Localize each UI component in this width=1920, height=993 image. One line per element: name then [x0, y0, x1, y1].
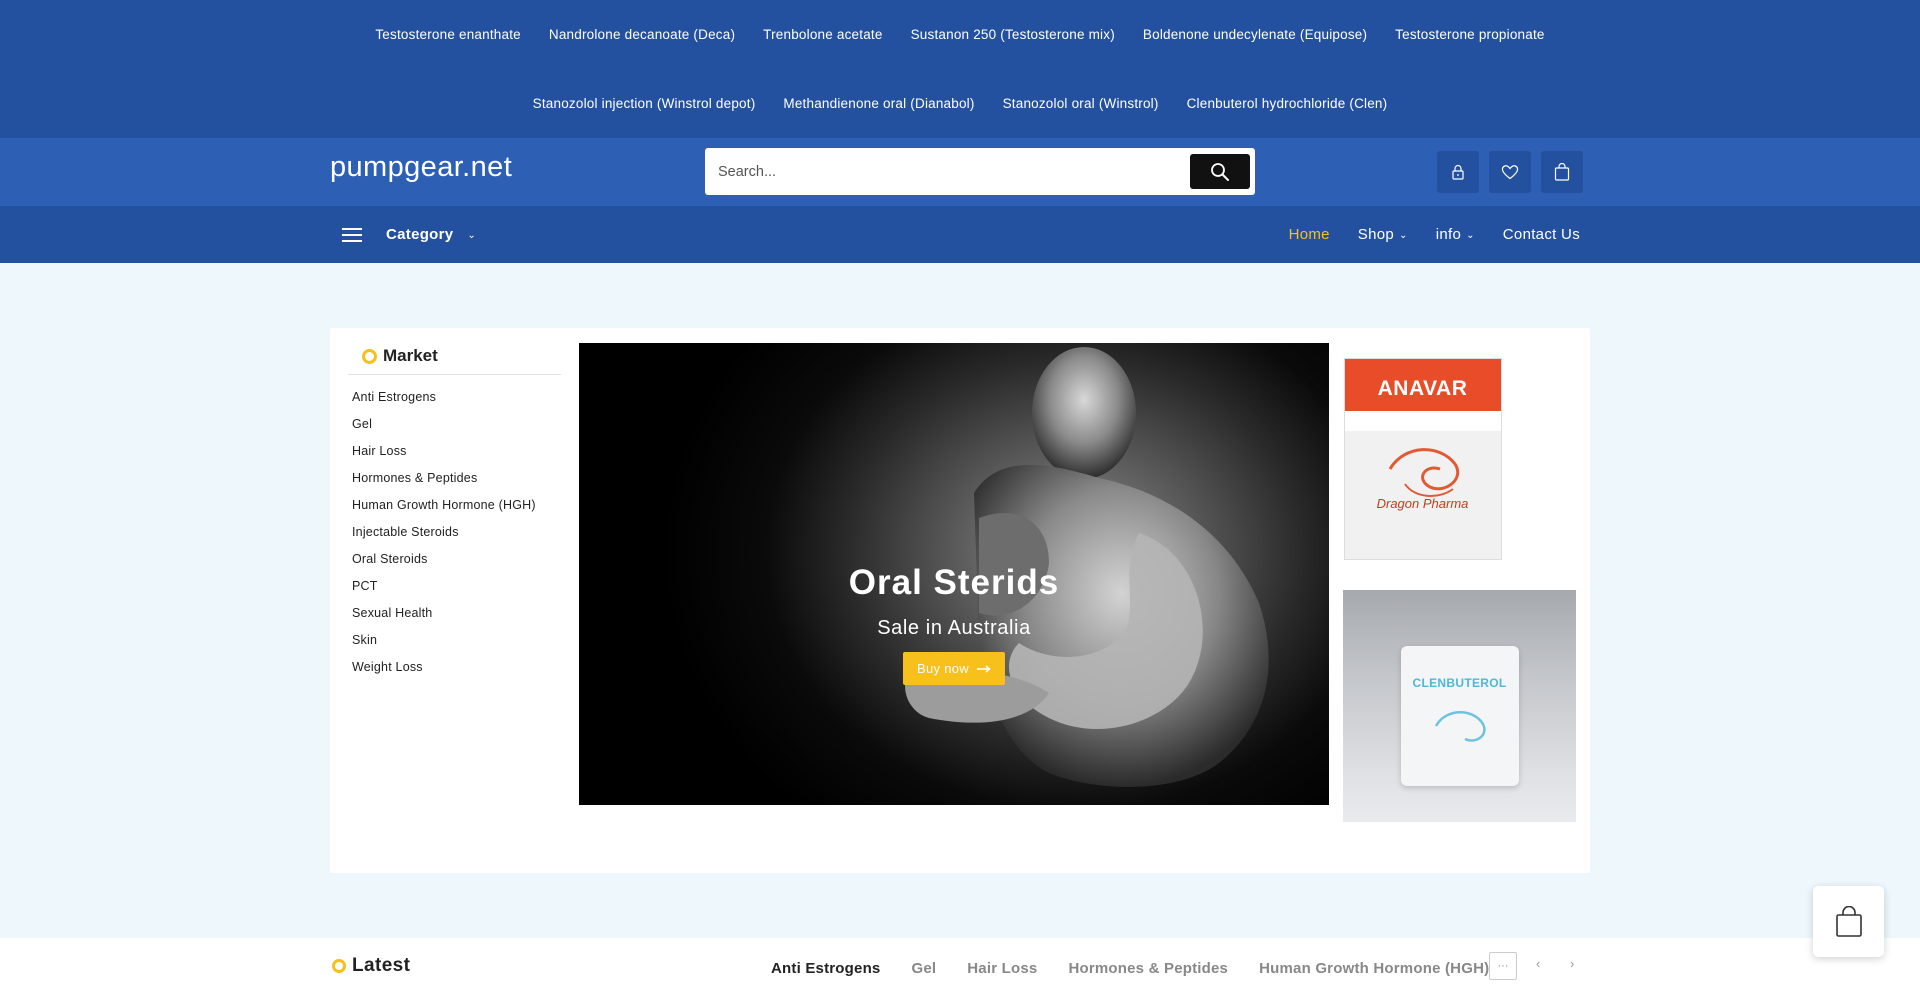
more-tabs-button[interactable]: ···	[1489, 952, 1517, 980]
anavar-product-image[interactable]: ANAVAR Dragon Pharma	[1340, 356, 1505, 561]
nav-link-label: info	[1435, 226, 1462, 243]
market-item[interactable]: Sexual Health	[352, 600, 561, 627]
market-item[interactable]: Hair Loss	[352, 438, 561, 465]
dragon-logo	[1388, 447, 1459, 497]
top-links-row-2: Stanozolol injection (Winstrol depot) Me…	[0, 69, 1920, 138]
banner-subtitle: Sale in Australia	[877, 617, 1031, 639]
chevron-down-icon: ⌄	[467, 229, 476, 241]
heart-icon	[1501, 165, 1519, 180]
latest-tabs: Anti Estrogens Gel Hair Loss Hormones & …	[771, 960, 1489, 977]
nav-shop[interactable]: Shop ⌄	[1358, 226, 1408, 243]
site-logo[interactable]: pumpgear.net	[330, 151, 512, 184]
nav-links: Home Shop ⌄ info ⌄ Contact Us	[1289, 206, 1580, 263]
prev-arrow-icon[interactable]: ‹	[1536, 956, 1540, 971]
cart-button[interactable]	[1541, 151, 1583, 193]
top-category-bar: Testosterone enanthate Nandrolone decano…	[0, 0, 1920, 138]
latest-section-header: Latest Anti Estrogens Gel Hair Loss Horm…	[0, 938, 1920, 993]
market-item[interactable]: Human Growth Hormone (HGH)	[352, 492, 561, 519]
chevron-down-icon: ⌄	[1399, 229, 1408, 241]
market-item[interactable]: Weight Loss	[352, 654, 561, 681]
top-link[interactable]: Clenbuterol hydrochloride (Clen)	[1187, 96, 1388, 111]
search-input[interactable]	[705, 148, 1190, 195]
bag-icon	[1835, 905, 1862, 937]
market-header: Market	[348, 342, 561, 375]
wishlist-button[interactable]	[1489, 151, 1531, 193]
account-button[interactable]	[1437, 151, 1479, 193]
top-link[interactable]: Boldenone undecylenate (Equipose)	[1143, 27, 1367, 42]
top-link[interactable]: Trenbolone acetate	[763, 27, 882, 42]
search-bar	[705, 148, 1255, 195]
latest-tab[interactable]: Human Growth Hormone (HGH)	[1259, 960, 1489, 977]
dragon-logo	[1434, 711, 1486, 742]
hamburger-icon	[342, 227, 362, 242]
latest-tab[interactable]: Anti Estrogens	[771, 960, 880, 977]
nav-info[interactable]: info ⌄	[1436, 226, 1475, 243]
hero-section: Market Anti Estrogens Gel Hair Loss Horm…	[330, 328, 1590, 873]
site-header: pumpgear.net	[0, 138, 1920, 206]
top-links-row-1: Testosterone enanthate Nandrolone decano…	[0, 0, 1920, 69]
main-nav: Category ⌄ Home Shop ⌄ info ⌄ Contact Us	[0, 206, 1920, 263]
category-label: Category	[386, 226, 454, 243]
anavar-box: ANAVAR Dragon Pharma	[1343, 357, 1502, 560]
top-link[interactable]: Methandienone oral (Dianabol)	[783, 96, 974, 111]
anavar-brand: Dragon Pharma	[1376, 495, 1469, 511]
top-link[interactable]: Stanozolol oral (Winstrol)	[1003, 96, 1159, 111]
top-link[interactable]: Testosterone propionate	[1395, 27, 1544, 42]
latest-tab[interactable]: Hormones & Peptides	[1068, 960, 1228, 977]
nav-link-label: Home	[1288, 226, 1330, 243]
arrow-right-icon	[976, 664, 991, 673]
ring-icon	[362, 348, 377, 364]
market-item[interactable]: Oral Steroids	[352, 546, 561, 573]
banner-title: Oral Sterids	[848, 563, 1060, 602]
hero-banner[interactable]: Oral Sterids Sale in Australia Buy now	[579, 343, 1329, 805]
market-item[interactable]: Gel	[352, 411, 561, 438]
latest-tab[interactable]: Gel	[911, 960, 936, 977]
market-list: Anti Estrogens Gel Hair Loss Hormones & …	[348, 384, 561, 681]
market-item[interactable]: Skin	[352, 627, 561, 654]
latest-tab[interactable]: Hair Loss	[967, 960, 1037, 977]
clenbuterol-pack: CLENBUTEROL	[1400, 646, 1519, 786]
search-button[interactable]	[1190, 154, 1250, 189]
market-title: Market	[383, 346, 438, 365]
banner-text: Oral Sterids Sale in Australia Buy now	[579, 563, 1329, 685]
buy-now-label: Buy now	[917, 661, 969, 676]
top-link[interactable]: Nandrolone decanoate (Deca)	[549, 27, 735, 42]
buy-now-button[interactable]: Buy now	[903, 652, 1005, 685]
top-link[interactable]: Stanozolol injection (Winstrol depot)	[533, 96, 756, 111]
nav-link-label: Shop	[1357, 226, 1395, 243]
latest-title: Latest	[352, 955, 411, 976]
header-actions	[1437, 151, 1583, 193]
nav-contact[interactable]: Contact Us	[1503, 226, 1580, 243]
lock-icon	[1452, 164, 1464, 180]
top-link[interactable]: Sustanon 250 (Testosterone mix)	[911, 27, 1115, 42]
market-item[interactable]: Injectable Steroids	[352, 519, 561, 546]
market-item[interactable]: Anti Estrogens	[352, 384, 561, 411]
nav-home[interactable]: Home	[1289, 226, 1330, 243]
market-sidebar: Market Anti Estrogens Gel Hair Loss Horm…	[348, 342, 561, 681]
market-item[interactable]: Hormones & Peptides	[352, 465, 561, 492]
nav-link-label: Contact Us	[1502, 226, 1580, 243]
next-arrow-icon[interactable]: ›	[1570, 956, 1574, 971]
top-link[interactable]: Testosterone enanthate	[375, 27, 521, 42]
chevron-down-icon: ⌄	[1466, 229, 1475, 241]
bag-icon	[1554, 163, 1570, 181]
market-item[interactable]: PCT	[352, 573, 561, 600]
category-menu-toggle[interactable]: Category ⌄	[342, 206, 476, 263]
ring-icon	[332, 959, 346, 973]
floating-cart-button[interactable]	[1813, 886, 1884, 957]
search-icon	[1211, 162, 1229, 181]
clenbuterol-product-image[interactable]: CLENBUTEROL	[1343, 590, 1576, 822]
latest-title-wrap: Latest	[332, 955, 410, 977]
